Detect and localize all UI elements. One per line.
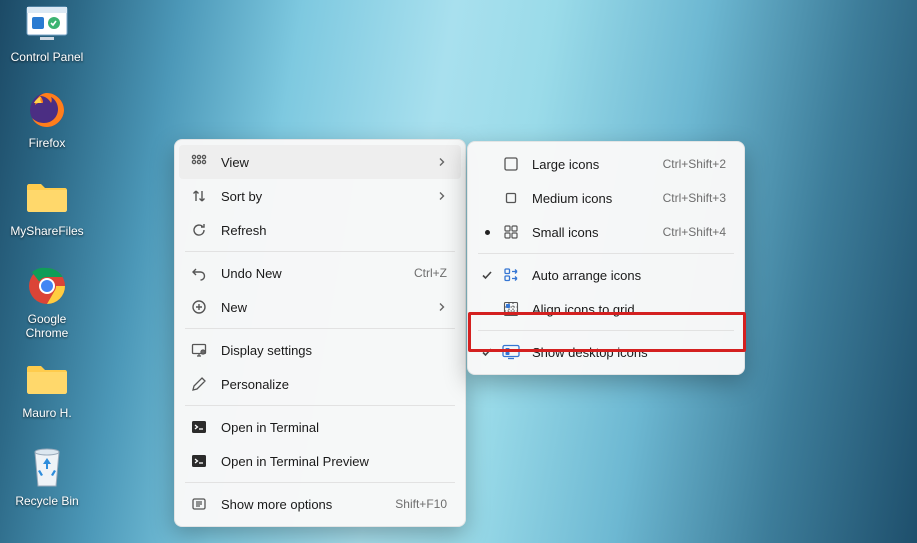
menu-item-personalize[interactable]: Personalize (179, 367, 461, 401)
menu-item-undo-new[interactable]: Undo New Ctrl+Z (179, 256, 461, 290)
firefox-icon (25, 88, 69, 132)
radio-indicator (478, 230, 496, 235)
submenu-item-label: Small icons (532, 225, 645, 240)
small-icons-icon (500, 222, 522, 242)
submenu-item-shortcut: Ctrl+Shift+3 (663, 191, 726, 205)
check-indicator (478, 269, 496, 281)
submenu-item-large-icons[interactable]: Large icons Ctrl+Shift+2 (472, 147, 740, 181)
menu-item-label: Undo New (221, 266, 394, 281)
desktop[interactable]: Control Panel Firefox MyShareFiles Googl… (0, 0, 917, 543)
sort-icon (189, 186, 209, 206)
menu-separator (185, 482, 455, 483)
check-indicator (478, 346, 496, 358)
recycle-bin-icon (25, 446, 69, 490)
desktop-icon-label: Control Panel (4, 50, 90, 64)
desktop-icon-recycle-bin[interactable]: Recycle Bin (4, 446, 90, 508)
menu-separator (185, 251, 455, 252)
menu-item-label: New (221, 300, 417, 315)
control-panel-icon (25, 2, 69, 46)
menu-item-label: Sort by (221, 189, 417, 204)
desktop-icon-label: Google Chrome (4, 312, 90, 340)
terminal-icon (189, 417, 209, 437)
terminal-icon (189, 451, 209, 471)
display-icon (189, 340, 209, 360)
menu-item-label: Open in Terminal Preview (221, 454, 447, 469)
chevron-right-icon (437, 157, 447, 167)
menu-item-refresh[interactable]: Refresh (179, 213, 461, 247)
chevron-right-icon (437, 302, 447, 312)
menu-item-sort-by[interactable]: Sort by (179, 179, 461, 213)
desktop-icon-label: MyShareFiles (4, 224, 90, 238)
large-icons-icon (500, 154, 522, 174)
submenu-item-label: Medium icons (532, 191, 645, 206)
menu-item-shortcut: Ctrl+Z (414, 266, 447, 280)
view-submenu: Large icons Ctrl+Shift+2 Medium icons Ctrl+… (467, 141, 745, 375)
menu-separator (185, 328, 455, 329)
submenu-item-medium-icons[interactable]: Medium icons Ctrl+Shift+3 (472, 181, 740, 215)
menu-separator (185, 405, 455, 406)
chrome-icon (25, 264, 69, 308)
submenu-item-small-icons[interactable]: Small icons Ctrl+Shift+4 (472, 215, 740, 249)
menu-separator (478, 330, 734, 331)
menu-item-view[interactable]: View (179, 145, 461, 179)
menu-item-label: Personalize (221, 377, 447, 392)
desktop-icon-google-chrome[interactable]: Google Chrome (4, 264, 90, 340)
medium-icons-icon (500, 188, 522, 208)
desktop-icon-label: Mauro H. (4, 406, 90, 420)
submenu-item-show-desktop-icons[interactable]: Show desktop icons (472, 335, 740, 369)
submenu-item-align-icons-to-grid[interactable]: Align icons to grid (472, 292, 740, 326)
submenu-item-label: Auto arrange icons (532, 268, 726, 283)
menu-item-label: Show more options (221, 497, 375, 512)
desktop-context-menu: View Sort by Refresh Undo New Ctrl+Z New Displ… (174, 139, 466, 527)
show-desktop-icon (500, 342, 522, 362)
menu-item-show-more-options[interactable]: Show more options Shift+F10 (179, 487, 461, 521)
new-icon (189, 297, 209, 317)
undo-icon (189, 263, 209, 283)
submenu-item-label: Large icons (532, 157, 645, 172)
menu-item-label: Open in Terminal (221, 420, 447, 435)
menu-item-label: Refresh (221, 223, 447, 238)
personalize-icon (189, 374, 209, 394)
submenu-item-auto-arrange-icons[interactable]: Auto arrange icons (472, 258, 740, 292)
menu-item-display-settings[interactable]: Display settings (179, 333, 461, 367)
submenu-item-label: Align icons to grid (532, 302, 726, 317)
desktop-icon-label: Firefox (4, 136, 90, 150)
refresh-icon (189, 220, 209, 240)
submenu-item-label: Show desktop icons (532, 345, 726, 360)
submenu-item-shortcut: Ctrl+Shift+2 (663, 157, 726, 171)
folder-icon (25, 176, 69, 220)
desktop-icon-firefox[interactable]: Firefox (4, 88, 90, 150)
menu-item-label: Display settings (221, 343, 447, 358)
menu-item-open-in-terminal-preview[interactable]: Open in Terminal Preview (179, 444, 461, 478)
more-icon (189, 494, 209, 514)
grid-icon (189, 152, 209, 172)
menu-item-open-in-terminal[interactable]: Open in Terminal (179, 410, 461, 444)
align-grid-icon (500, 299, 522, 319)
chevron-right-icon (437, 191, 447, 201)
menu-item-label: View (221, 155, 417, 170)
menu-item-shortcut: Shift+F10 (395, 497, 447, 511)
desktop-icon-mauro-h[interactable]: Mauro H. (4, 358, 90, 420)
menu-item-new[interactable]: New (179, 290, 461, 324)
desktop-icon-mysharefiles[interactable]: MyShareFiles (4, 176, 90, 238)
submenu-item-shortcut: Ctrl+Shift+4 (663, 225, 726, 239)
auto-arrange-icon (500, 265, 522, 285)
folder-icon (25, 358, 69, 402)
desktop-icon-label: Recycle Bin (4, 494, 90, 508)
desktop-icon-control-panel[interactable]: Control Panel (4, 2, 90, 64)
menu-separator (478, 253, 734, 254)
